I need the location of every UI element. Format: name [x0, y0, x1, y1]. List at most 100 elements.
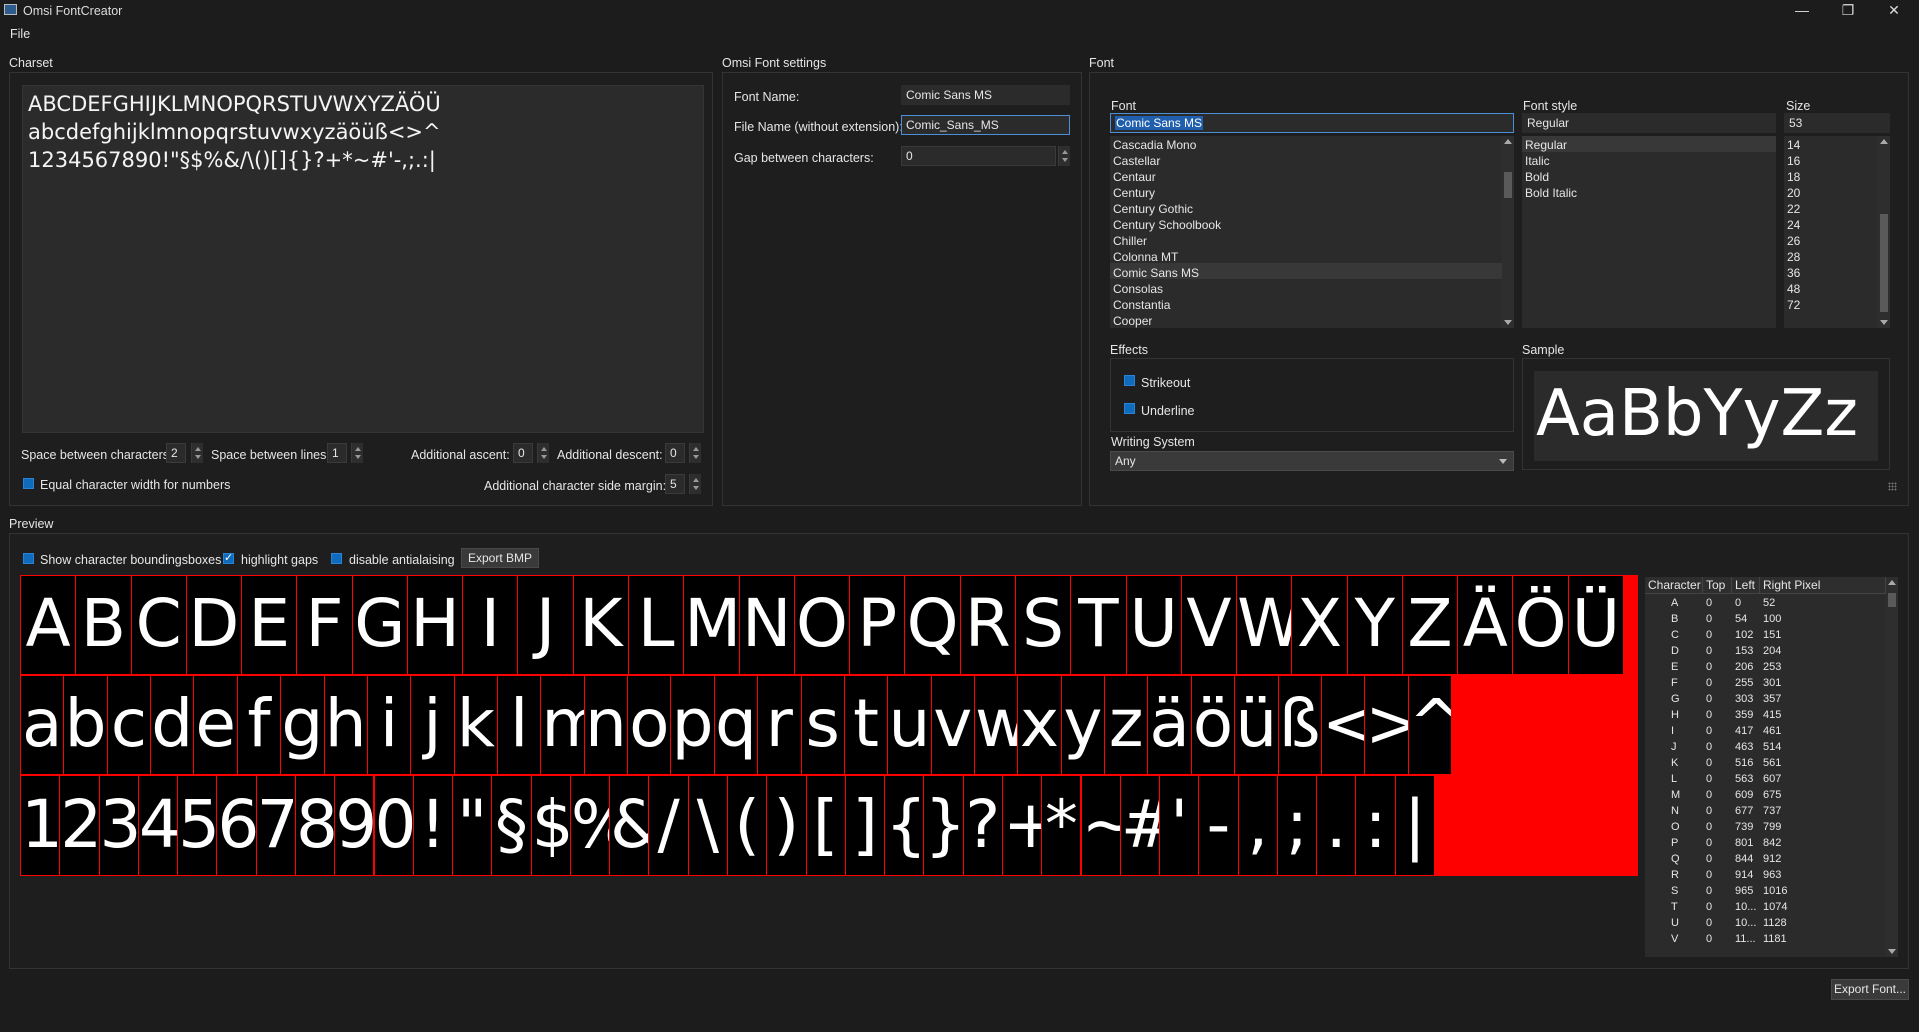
- list-item[interactable]: Centaur: [1113, 170, 1156, 184]
- list-item[interactable]: 48: [1787, 282, 1800, 296]
- character-table[interactable]: Character Top Left Right Pixel A 0 0 52 B 0 54…: [1645, 577, 1898, 957]
- glyph-cell: ~: [1080, 775, 1121, 876]
- list-item[interactable]: 16: [1787, 154, 1800, 168]
- gap-spinbox[interactable]: 0: [901, 146, 1056, 166]
- column-header[interactable]: Top: [1703, 577, 1732, 594]
- additional-ascent-spinbox[interactable]: 0: [513, 443, 533, 463]
- list-item[interactable]: Colonna MT: [1113, 250, 1178, 264]
- scroll-down-icon[interactable]: [1888, 949, 1896, 954]
- scroll-down-icon[interactable]: [1880, 320, 1888, 325]
- list-item[interactable]: 22: [1787, 202, 1800, 216]
- font-name-input[interactable]: Comic Sans MS: [901, 85, 1070, 105]
- space-between-characters-spinbox[interactable]: 2: [166, 443, 186, 463]
- table-cell: 799: [1763, 821, 1782, 833]
- glyph-cell: ü: [1234, 675, 1279, 775]
- list-item[interactable]: Century Schoolbook: [1113, 218, 1221, 232]
- strikeout-checkbox[interactable]: [1124, 375, 1135, 386]
- space-between-lines-spinbox[interactable]: 1: [327, 443, 347, 463]
- menu-file[interactable]: File: [10, 27, 30, 41]
- list-item[interactable]: 18: [1787, 170, 1800, 184]
- list-item[interactable]: Bold: [1525, 170, 1549, 184]
- list-item[interactable]: Regular: [1525, 138, 1567, 152]
- column-header[interactable]: Left: [1732, 577, 1760, 594]
- preview-bitmap: ABCDEFGHIJKLMNOPQRSTUVWXYZÄÖÜabcdefghijk…: [20, 575, 1638, 876]
- glyph-cell: U: [1125, 575, 1182, 675]
- spin-arrows-icon[interactable]: [351, 443, 363, 463]
- resize-grip-icon[interactable]: [1888, 482, 1897, 491]
- table-cell: 0: [1706, 725, 1713, 737]
- list-item[interactable]: Comic Sans MS: [1113, 266, 1199, 280]
- scrollbar[interactable]: [1502, 136, 1514, 328]
- list-item[interactable]: Constantia: [1113, 298, 1170, 312]
- scroll-thumb[interactable]: [1880, 214, 1888, 312]
- show-bbox-label: Show character boundingsboxes: [40, 553, 222, 567]
- table-cell: 0: [1706, 853, 1713, 865]
- omsi-section-label: Omsi Font settings: [722, 56, 827, 70]
- font-family-list[interactable]: Cascadia Mono Castellar Centaur Century …: [1110, 136, 1514, 328]
- list-item[interactable]: Century: [1113, 186, 1155, 200]
- export-bmp-button[interactable]: Export BMP: [461, 548, 539, 568]
- list-item[interactable]: 14: [1787, 138, 1800, 152]
- list-item[interactable]: Cooper: [1113, 314, 1152, 328]
- glyph-cell: f: [236, 675, 282, 775]
- font-style-list[interactable]: Regular Italic Bold Bold Italic: [1522, 136, 1776, 328]
- disable-aa-label: disable antialaising: [349, 553, 455, 567]
- close-button[interactable]: ✕: [1871, 0, 1917, 22]
- list-item[interactable]: 20: [1787, 186, 1800, 200]
- scroll-up-icon[interactable]: [1880, 139, 1888, 144]
- charset-line: abcdefghijklmnopqrstuvwxyzäöüß<>^: [28, 120, 441, 144]
- list-item[interactable]: Consolas: [1113, 282, 1163, 296]
- list-item[interactable]: 36: [1787, 266, 1800, 280]
- charset-textarea[interactable]: ABCDEFGHIJKLMNOPQRSTUVWXYZÄÖÜ abcdefghij…: [22, 85, 704, 433]
- list-item[interactable]: Bold Italic: [1525, 186, 1577, 200]
- table-cell: 0: [1706, 613, 1713, 625]
- table-cell: 0: [1706, 869, 1713, 881]
- list-item[interactable]: Chiller: [1113, 234, 1147, 248]
- spin-arrows-icon[interactable]: [689, 474, 701, 494]
- table-cell: 253: [1763, 661, 1782, 673]
- list-item[interactable]: Italic: [1525, 154, 1550, 168]
- minimize-button[interactable]: —: [1779, 0, 1825, 22]
- additional-descent-spinbox[interactable]: 0: [665, 443, 685, 463]
- highlight-gaps-checkbox[interactable]: [223, 551, 234, 564]
- list-item[interactable]: 72: [1787, 298, 1800, 312]
- scroll-thumb[interactable]: [1888, 593, 1896, 607]
- list-item[interactable]: 24: [1787, 218, 1800, 232]
- glyph-cell: S: [1014, 575, 1072, 675]
- list-item[interactable]: 26: [1787, 234, 1800, 248]
- size-input[interactable]: 53: [1784, 113, 1890, 133]
- scroll-thumb[interactable]: [1504, 172, 1512, 198]
- export-font-button[interactable]: Export Font...: [1831, 979, 1909, 1000]
- list-item[interactable]: Century Gothic: [1113, 202, 1193, 216]
- column-header[interactable]: Character: [1645, 577, 1703, 594]
- writing-system-combo[interactable]: Any: [1110, 451, 1514, 471]
- spin-arrows-icon[interactable]: [1058, 146, 1070, 166]
- disable-aa-checkbox[interactable]: [331, 553, 342, 564]
- equal-width-checkbox[interactable]: [23, 478, 34, 489]
- file-name-input[interactable]: Comic_Sans_MS: [901, 115, 1070, 135]
- restore-button[interactable]: ❐: [1825, 0, 1871, 22]
- spin-arrows-icon[interactable]: [191, 443, 203, 463]
- table-cell: 0: [1706, 709, 1713, 721]
- column-header[interactable]: Right Pixel: [1760, 577, 1886, 594]
- show-bbox-checkbox[interactable]: [23, 553, 34, 564]
- glyph-cell: $: [530, 775, 571, 876]
- effects-frame: [1110, 358, 1514, 432]
- font-style-input[interactable]: Regular: [1522, 113, 1776, 133]
- font-family-input[interactable]: Comic Sans MS: [1110, 113, 1514, 133]
- side-margin-spinbox[interactable]: 5: [665, 474, 685, 494]
- list-item[interactable]: 28: [1787, 250, 1800, 264]
- underline-checkbox[interactable]: [1124, 403, 1135, 414]
- table-cell: 417: [1735, 725, 1754, 737]
- size-list[interactable]: 14 16 18 20 22 24 26 28 36 48 72: [1784, 136, 1890, 328]
- glyph-cell: E: [241, 575, 298, 675]
- list-item[interactable]: Cascadia Mono: [1113, 138, 1196, 152]
- scroll-up-icon[interactable]: [1504, 139, 1512, 144]
- scroll-up-icon[interactable]: [1888, 580, 1896, 585]
- list-item[interactable]: Castellar: [1113, 154, 1160, 168]
- spin-arrows-icon[interactable]: [537, 443, 549, 463]
- scroll-down-icon[interactable]: [1504, 320, 1512, 325]
- scrollbar[interactable]: [1886, 577, 1898, 957]
- scrollbar[interactable]: [1878, 136, 1890, 328]
- spin-arrows-icon[interactable]: [689, 443, 701, 463]
